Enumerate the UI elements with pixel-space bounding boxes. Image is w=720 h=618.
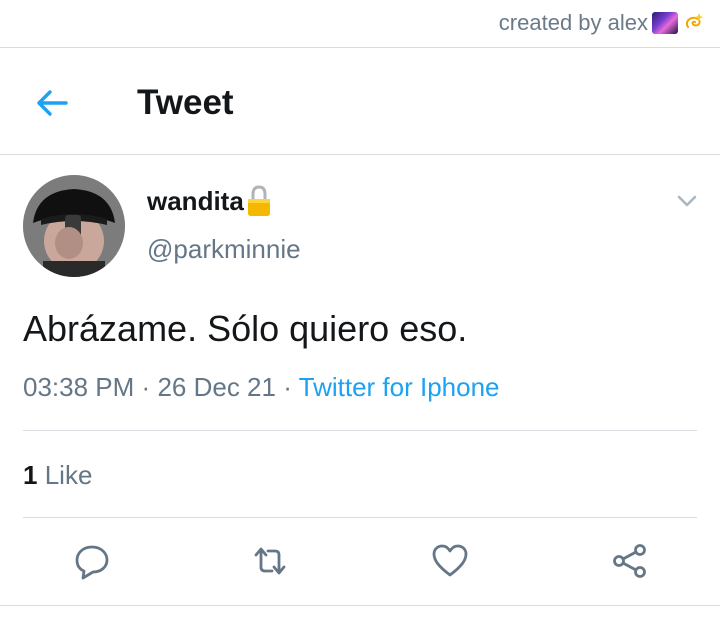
tweet-header: Tweet <box>0 49 720 155</box>
meta-separator: · <box>141 372 151 402</box>
galaxy-emoji-icon <box>652 12 678 34</box>
like-count-number: 1 <box>23 460 38 490</box>
tweet-text: Abrázame. Sólo quiero eso. <box>23 308 468 349</box>
page-title: Tweet <box>137 83 234 122</box>
reply-icon[interactable] <box>72 541 112 581</box>
watermark: created by alex <box>499 10 706 36</box>
lock-emoji-icon <box>247 185 270 216</box>
watermark-bar: created by alex <box>0 0 720 48</box>
meta-separator: · <box>283 372 292 402</box>
likes-count[interactable]: 1 Like <box>23 460 92 491</box>
retweet-icon[interactable] <box>250 541 290 581</box>
dizzy-emoji-icon <box>686 13 704 28</box>
tweet-meta: 03:38 PM · 26 Dec 21 · Twitter for Iphon… <box>23 372 500 403</box>
arrow-left-icon[interactable] <box>34 85 70 121</box>
tweet-date: 26 Dec 21 <box>157 372 276 402</box>
divider <box>23 517 697 518</box>
chevron-down-icon[interactable] <box>676 192 698 210</box>
like-count-label: Like <box>44 460 93 490</box>
like-icon[interactable] <box>430 541 470 581</box>
watermark-text: created by alex <box>498 10 648 35</box>
handle[interactable]: @parkminnie <box>147 234 301 265</box>
display-name: wandita <box>147 185 244 216</box>
tweet-source-link[interactable]: Twitter for Iphone <box>299 372 500 402</box>
share-icon[interactable] <box>610 541 650 581</box>
divider <box>0 605 720 606</box>
display-name-row[interactable]: wandita <box>147 184 272 218</box>
avatar[interactable] <box>23 175 125 277</box>
tweet-time: 03:38 PM <box>23 372 135 402</box>
divider <box>23 430 697 431</box>
